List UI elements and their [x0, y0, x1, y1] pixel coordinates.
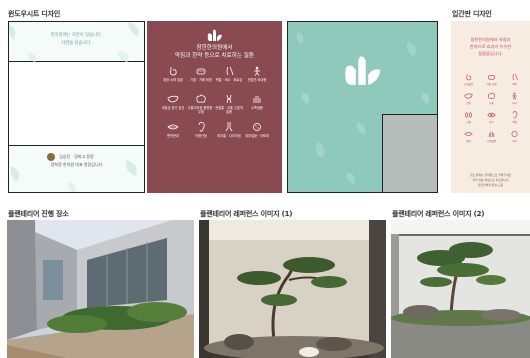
- window-sheet-top: 한의원에는 자연이 있습니다. 자연을 담습니다.: [9, 22, 144, 62]
- entrance-design-label: 입간판 디자인: [452, 10, 492, 18]
- clinic-logo-large-icon: [345, 56, 381, 85]
- stomach-icon: [169, 67, 177, 76]
- condition-item: 하지통 · 다리저림: [215, 122, 243, 138]
- entrance-item: 수족냉증: [480, 130, 503, 143]
- condition-item: 목통 · 비소 · 피로감 ·: [215, 66, 243, 86]
- reference-photo-2: [391, 220, 530, 358]
- condition-item: 대장균 장기 검진: [159, 94, 187, 114]
- entrance-title-2: 한약으로 효과가 우수한: [469, 44, 512, 49]
- liver-icon: [167, 95, 179, 103]
- window-sheet-bottom: 김상진 · 경희고 원장 경희정 한의원 대표 원장입니다: [9, 145, 144, 192]
- kidney-icon: [465, 112, 472, 118]
- lips-icon: [464, 132, 473, 136]
- body-icon: [512, 92, 517, 100]
- window-message-1: 한의원에는 자연이 있습니다.: [50, 33, 103, 38]
- entrance-item: 간장: [457, 92, 480, 105]
- entrance-title-1: 참한한의원에서 약침과: [470, 37, 511, 42]
- mask-icon: [196, 68, 206, 75]
- condition-item: 관절통 · 요통 근골격 통증: [215, 94, 243, 114]
- signature-line-2: 경희정 한의원 대표 원장입니다: [50, 162, 103, 167]
- entrance-item: 면역: [457, 130, 480, 143]
- skin-icon: [253, 123, 261, 131]
- brain-icon: [488, 92, 496, 99]
- condition-item: 이명난청: [187, 122, 215, 138]
- entrance-item: 목통: [503, 73, 526, 86]
- liver-icon: [464, 93, 473, 99]
- entrance-item: 피부: [503, 130, 526, 143]
- entrance-item: 하지: [503, 92, 526, 105]
- maroon-title-1: 참한한의원에서: [196, 45, 233, 51]
- entrance-sign: 참한한의원에서 약침과 한약으로 효과가 우수한 질환들입니다. 소화불량 기침…: [451, 21, 530, 193]
- condition-item: 피부질환 · 아토피: [243, 122, 271, 138]
- lips-icon: [167, 124, 179, 130]
- skin-icon: [511, 131, 518, 137]
- entrance-item: 소화불량: [457, 73, 480, 86]
- window-sheet-mint: [287, 21, 438, 193]
- eye-icon: [487, 112, 496, 118]
- maroon-title-2: 약침과 한약 등으로 치료하는 질환: [174, 53, 255, 59]
- window-design-label: 윈도우시트 디자인: [8, 10, 61, 18]
- ear-icon: [512, 111, 518, 119]
- condition-item: 수족냉증: [243, 94, 271, 114]
- entrance-foot-2: 환자 맞춤 처방으로 치료합니다: [472, 178, 509, 182]
- condition-item: 기침 · 가래 비염: [187, 66, 215, 86]
- neck-icon: [226, 66, 234, 76]
- door-placeholder: [382, 114, 437, 192]
- entrance-foot-1: 진료 문의는 한의원으로 연락주세요: [469, 173, 512, 177]
- window-sheet-maroon: 참한한의원에서 약침과 한약 등으로 치료하는 질환 위장 소화 질환 기침 ·…: [147, 21, 282, 193]
- reference-photo-1: [199, 220, 386, 358]
- neck-icon: [512, 73, 518, 81]
- condition-grid: 위장 소화 질환 기침 · 가래 비염 목통 · 비소 · 피로감 · 전립선 …: [159, 66, 271, 138]
- entrance-item: 기침 가래: [480, 73, 503, 86]
- reference-1-label: 플랜테리어 레퍼런스 이미지 (1): [200, 210, 293, 218]
- mask-icon: [488, 75, 495, 80]
- joint-icon: [226, 94, 232, 104]
- entrance-item: 신장: [457, 111, 480, 124]
- hand-icon: [253, 96, 261, 103]
- signature-line-1: 김상진 · 경희고 원장: [59, 154, 94, 159]
- entrance-item: 이명: [503, 111, 526, 124]
- entrance-title-3: 질환들입니다.: [478, 51, 503, 56]
- entrance-item: 안구: [480, 111, 503, 124]
- window-message-2: 자연을 담습니다.: [61, 41, 92, 46]
- entrance-item: 두통: [480, 92, 503, 105]
- window-sheet-white: 한의원에는 자연이 있습니다. 자연을 담습니다. 김상진 · 경희고 원장 경…: [8, 21, 145, 193]
- clinic-logo-icon: [207, 29, 222, 41]
- condition-item: 위장 소화 질환: [159, 66, 187, 86]
- entrance-condition-grid: 소화불량 기침 가래 목통 간장 두통 하지 신장 안구 이명 면역 수족냉증 …: [457, 73, 525, 143]
- condition-item: 면역관계: [159, 122, 187, 138]
- brain-icon: [196, 94, 206, 103]
- entrance-foot-3: 참한한의원 원장 드림: [478, 183, 503, 187]
- condition-item: 전립선 비대증: [243, 66, 271, 86]
- stomach-icon: [466, 74, 472, 81]
- condition-item: 두통어지럼 불면증 · 우울: [187, 94, 215, 114]
- venue-photo: [7, 220, 194, 358]
- reference-2-label: 플랜테리어 레퍼런스 이미지 (2): [392, 210, 485, 218]
- ear-icon: [198, 122, 205, 132]
- hand-icon: [488, 131, 495, 137]
- venue-label: 플랜테리어 진행 장소: [8, 210, 69, 218]
- body-icon: [254, 66, 260, 76]
- leg-icon: [225, 122, 233, 132]
